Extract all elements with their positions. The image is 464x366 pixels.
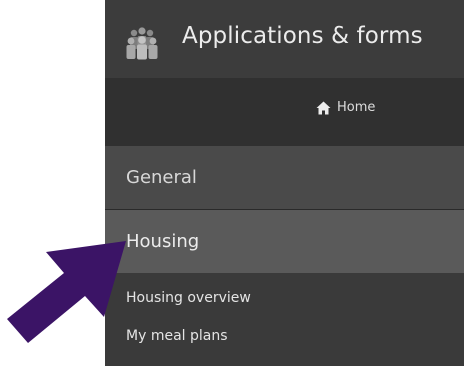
page-title: Applications & forms xyxy=(182,23,423,49)
screenshot-stage: Applications & forms Home General Housin… xyxy=(0,0,464,366)
home-link[interactable]: Home xyxy=(316,100,375,115)
housing-submenu: Housing overview My meal plans xyxy=(105,273,464,366)
nav-item-housing-label: Housing xyxy=(126,231,200,252)
nav-item-general-label: General xyxy=(126,167,197,188)
side-menu-panel: Applications & forms Home General Housin… xyxy=(105,0,464,366)
home-bar: Home xyxy=(105,78,464,146)
submenu-item-housing-overview[interactable]: Housing overview xyxy=(126,290,251,306)
panel-header: Applications & forms xyxy=(105,0,464,78)
home-link-label: Home xyxy=(337,100,376,115)
submenu-item-my-meal-plans[interactable]: My meal plans xyxy=(126,328,228,344)
home-icon xyxy=(316,101,331,114)
nav-item-housing[interactable]: Housing xyxy=(105,210,464,273)
people-group-icon xyxy=(126,27,158,60)
nav-item-general[interactable]: General xyxy=(105,146,464,210)
